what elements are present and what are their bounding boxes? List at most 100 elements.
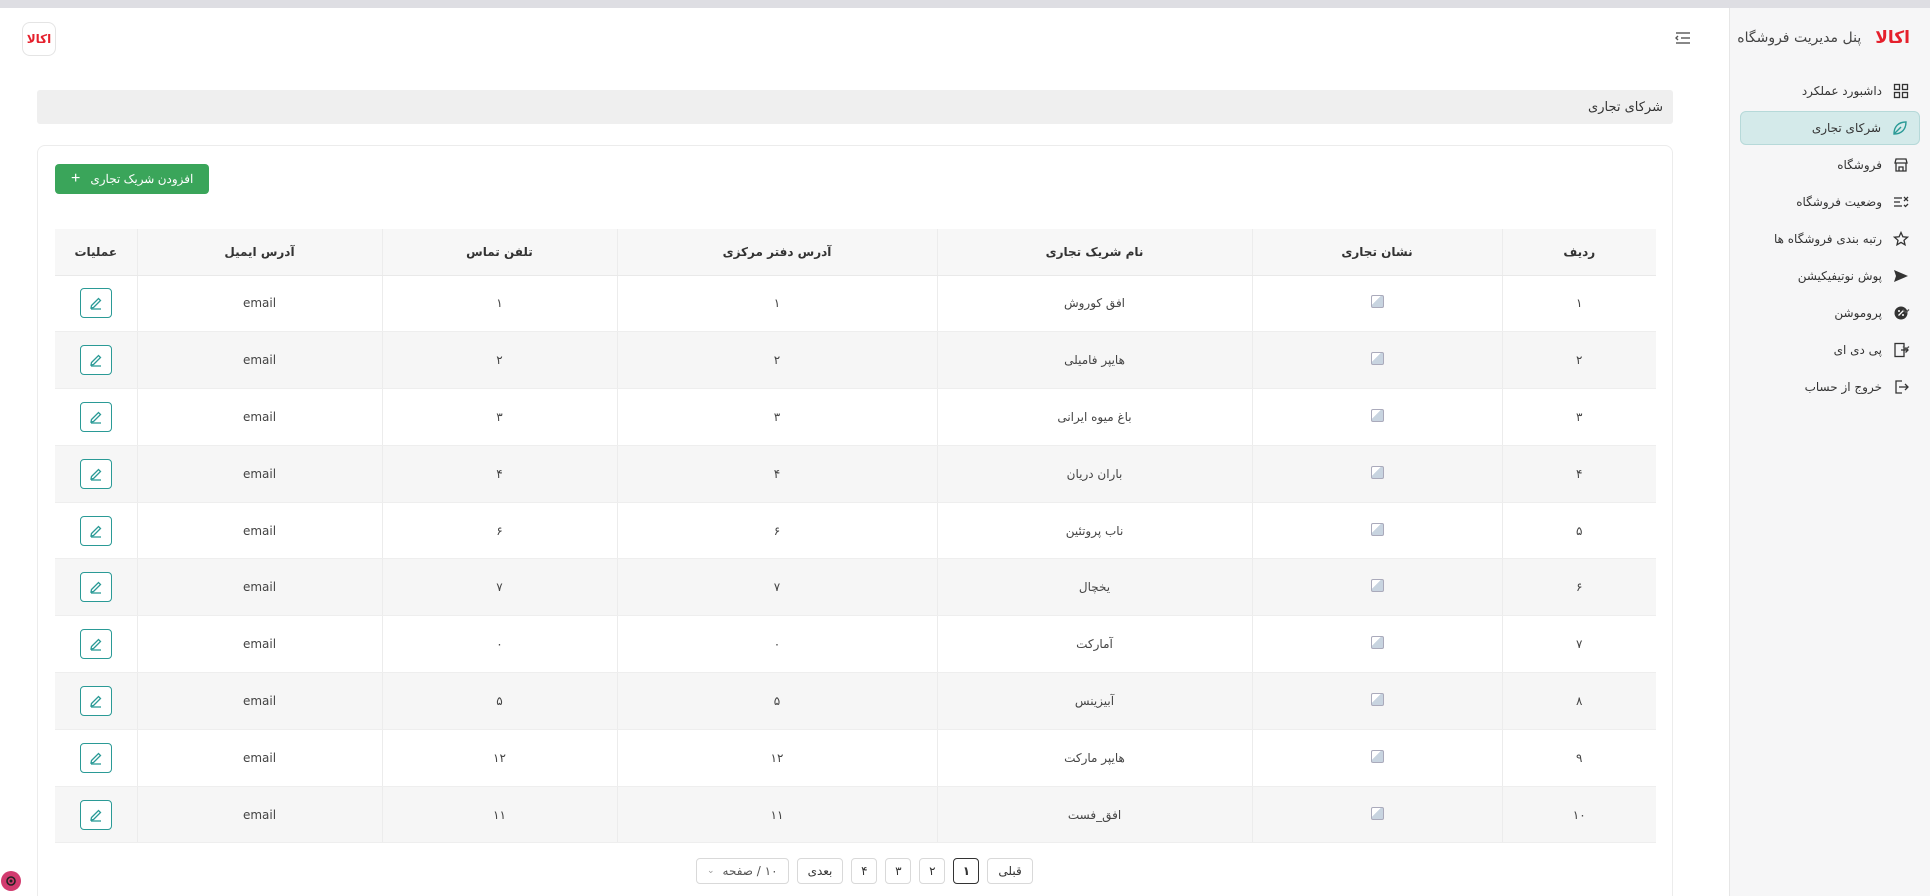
actions-cell xyxy=(55,786,137,844)
pencil-icon xyxy=(89,751,103,765)
prev-page-button[interactable]: قبلی xyxy=(987,858,1033,884)
row-index: ۹ xyxy=(1501,729,1656,787)
sidebar-item-store[interactable]: فروشگاه xyxy=(1740,148,1920,182)
next-page-button[interactable]: بعدی xyxy=(796,858,844,884)
edit-button[interactable] xyxy=(79,288,112,319)
phone: ۶ xyxy=(381,502,617,560)
sidebar-item-label: پروموشن xyxy=(1834,306,1882,320)
page-size-select[interactable]: ۱۰ / صفحه ⌄ xyxy=(696,858,789,884)
edit-button[interactable] xyxy=(79,742,112,773)
partner-name: هایپر فامیلی xyxy=(936,331,1252,390)
sidebar-item-label: داشبورد عملکرد xyxy=(1801,84,1882,98)
page-1-button[interactable]: ۱ xyxy=(953,858,980,884)
email: email xyxy=(136,558,382,617)
top-header: اکالا xyxy=(0,8,1729,68)
actions-cell xyxy=(55,615,137,674)
menu-toggle-icon[interactable] xyxy=(1674,30,1692,46)
sidebar-item-label: وضعیت فروشگاه xyxy=(1796,195,1882,209)
store-icon xyxy=(1892,156,1910,174)
chevron-down-icon[interactable] xyxy=(1900,342,1912,357)
edit-button[interactable] xyxy=(79,685,112,716)
table-row: ۹ هایپر مارکت ۱۲ ۱۲ email xyxy=(55,729,1656,787)
edit-button[interactable] xyxy=(79,799,112,830)
column-header: نشان تجاری xyxy=(1251,229,1502,276)
email: email xyxy=(136,502,382,560)
partners-card: افزودن شریک تجاری + ردیف نشان تجاری نام شر… xyxy=(37,145,1673,896)
hq-address: ۱۲ xyxy=(616,729,937,787)
partner-name: آبیزینس xyxy=(936,672,1252,730)
page-size-value: ۱۰ / صفحه xyxy=(722,864,778,878)
table-row: ۷ آمارکت ۰ ۰ email xyxy=(55,615,1656,674)
leaf-icon xyxy=(1891,119,1909,137)
brand-logo-cell xyxy=(1251,445,1502,503)
sidebar-item-pda[interactable]: پی دی ای xyxy=(1740,333,1920,367)
broken-image-icon xyxy=(1370,749,1384,763)
brand-logo-cell xyxy=(1251,275,1502,333)
pagination: قبلی ۱ ۲ ۳ ۴ بعدی ۱۰ / صفحه ⌄ xyxy=(696,858,1033,884)
column-header: ردیف xyxy=(1501,229,1656,276)
email: email xyxy=(136,786,382,844)
edit-button[interactable] xyxy=(79,629,112,660)
hq-address: ۶ xyxy=(616,502,937,560)
sidebar-item-label: پی دی ای xyxy=(1833,343,1882,357)
main-content: اکالا شرکای تجاری افزودن شریک تجاری + رد xyxy=(0,8,1729,896)
brand-logo-cell xyxy=(1251,388,1502,446)
edit-button[interactable] xyxy=(79,515,112,546)
page-3-button[interactable]: ۳ xyxy=(885,858,912,884)
page-title-text: شرکای تجاری xyxy=(1588,99,1663,115)
broken-image-icon xyxy=(1370,579,1384,593)
sidebar-item-store-status[interactable]: وضعیت فروشگاه xyxy=(1740,185,1920,219)
actions-cell xyxy=(55,672,137,730)
table-row: ۳ باغ میوه ایرانی ۳ ۳ email xyxy=(55,388,1656,446)
page-2-button[interactable]: ۲ xyxy=(919,858,946,884)
table-row: ۸ آبیزینس ۵ ۵ email xyxy=(55,672,1656,730)
hq-address: ۰ xyxy=(616,615,937,674)
send-icon xyxy=(1892,267,1910,285)
edit-button[interactable] xyxy=(79,345,112,376)
table-row: ۴ باران دریان ۴ ۴ email xyxy=(55,445,1656,503)
sidebar-item-push-notification[interactable]: پوش نوتیفیکیشن xyxy=(1740,259,1920,293)
row-index: ۸ xyxy=(1501,672,1656,730)
hq-address: ۲ xyxy=(616,331,937,390)
edit-button[interactable] xyxy=(79,458,112,489)
pencil-icon xyxy=(89,694,103,708)
table-body: ۱ افق کوروش ۱ ۱ email ۲ هایپر فامیلی ۲ ۲ email ۳ با… xyxy=(55,275,1656,844)
edit-button[interactable] xyxy=(79,401,112,432)
broken-image-icon xyxy=(1370,806,1384,820)
page-4-button[interactable]: ۴ xyxy=(851,858,878,884)
edit-button[interactable] xyxy=(79,572,112,603)
sidebar-item-label: پوش نوتیفیکیشن xyxy=(1797,269,1882,283)
brand-logo-cell xyxy=(1251,502,1502,560)
sidebar-item-partners[interactable]: شرکای تجاری xyxy=(1740,111,1920,145)
hq-address: ۱۱ xyxy=(616,786,937,844)
brand-logo-cell xyxy=(1251,786,1502,844)
table-row: ۲ هایپر فامیلی ۲ ۲ email xyxy=(55,331,1656,390)
phone: ۴ xyxy=(381,445,617,503)
actions-cell xyxy=(55,502,137,560)
table-row: ۵ ناب پروتئین ۶ ۶ email xyxy=(55,502,1656,560)
phone: ۷ xyxy=(381,558,617,617)
column-header: نام شریک تجاری xyxy=(936,229,1252,276)
row-index: ۷ xyxy=(1501,615,1656,674)
column-header: آدرس ایمیل xyxy=(136,229,382,276)
chevron-down-icon[interactable] xyxy=(1900,305,1912,320)
header-logo[interactable]: اکالا xyxy=(22,22,56,56)
add-partner-button[interactable]: افزودن شریک تجاری + xyxy=(55,164,210,194)
sidebar-item-store-ranking[interactable]: رتبه بندی فروشگاه ها xyxy=(1740,222,1920,256)
brand-logo[interactable]: اکالا xyxy=(1875,28,1911,48)
hq-address: ۴ xyxy=(616,445,937,503)
debug-gear-icon[interactable] xyxy=(0,870,22,892)
sidebar-item-logout[interactable]: خروج از حساب xyxy=(1740,370,1920,404)
sidebar-item-dashboard[interactable]: داشبورد عملکرد xyxy=(1740,74,1920,108)
broken-image-icon xyxy=(1370,465,1384,479)
brand-logo-cell xyxy=(1251,331,1502,390)
sidebar: اکالا پنل مدیریت فروشگاه داشبورد عملکرد … xyxy=(1729,8,1930,896)
sidebar-item-promotion[interactable]: پروموشن xyxy=(1740,296,1920,330)
table-row: ۱ افق کوروش ۱ ۱ email xyxy=(55,275,1656,333)
partner-name: آمارکت xyxy=(936,615,1252,674)
partner-name: افق کوروش xyxy=(936,275,1252,333)
partner-name: باران دریان xyxy=(936,445,1252,503)
partner-name: ناب پروتئین xyxy=(936,502,1252,560)
pencil-icon xyxy=(89,467,103,481)
list-status-icon xyxy=(1892,193,1910,211)
